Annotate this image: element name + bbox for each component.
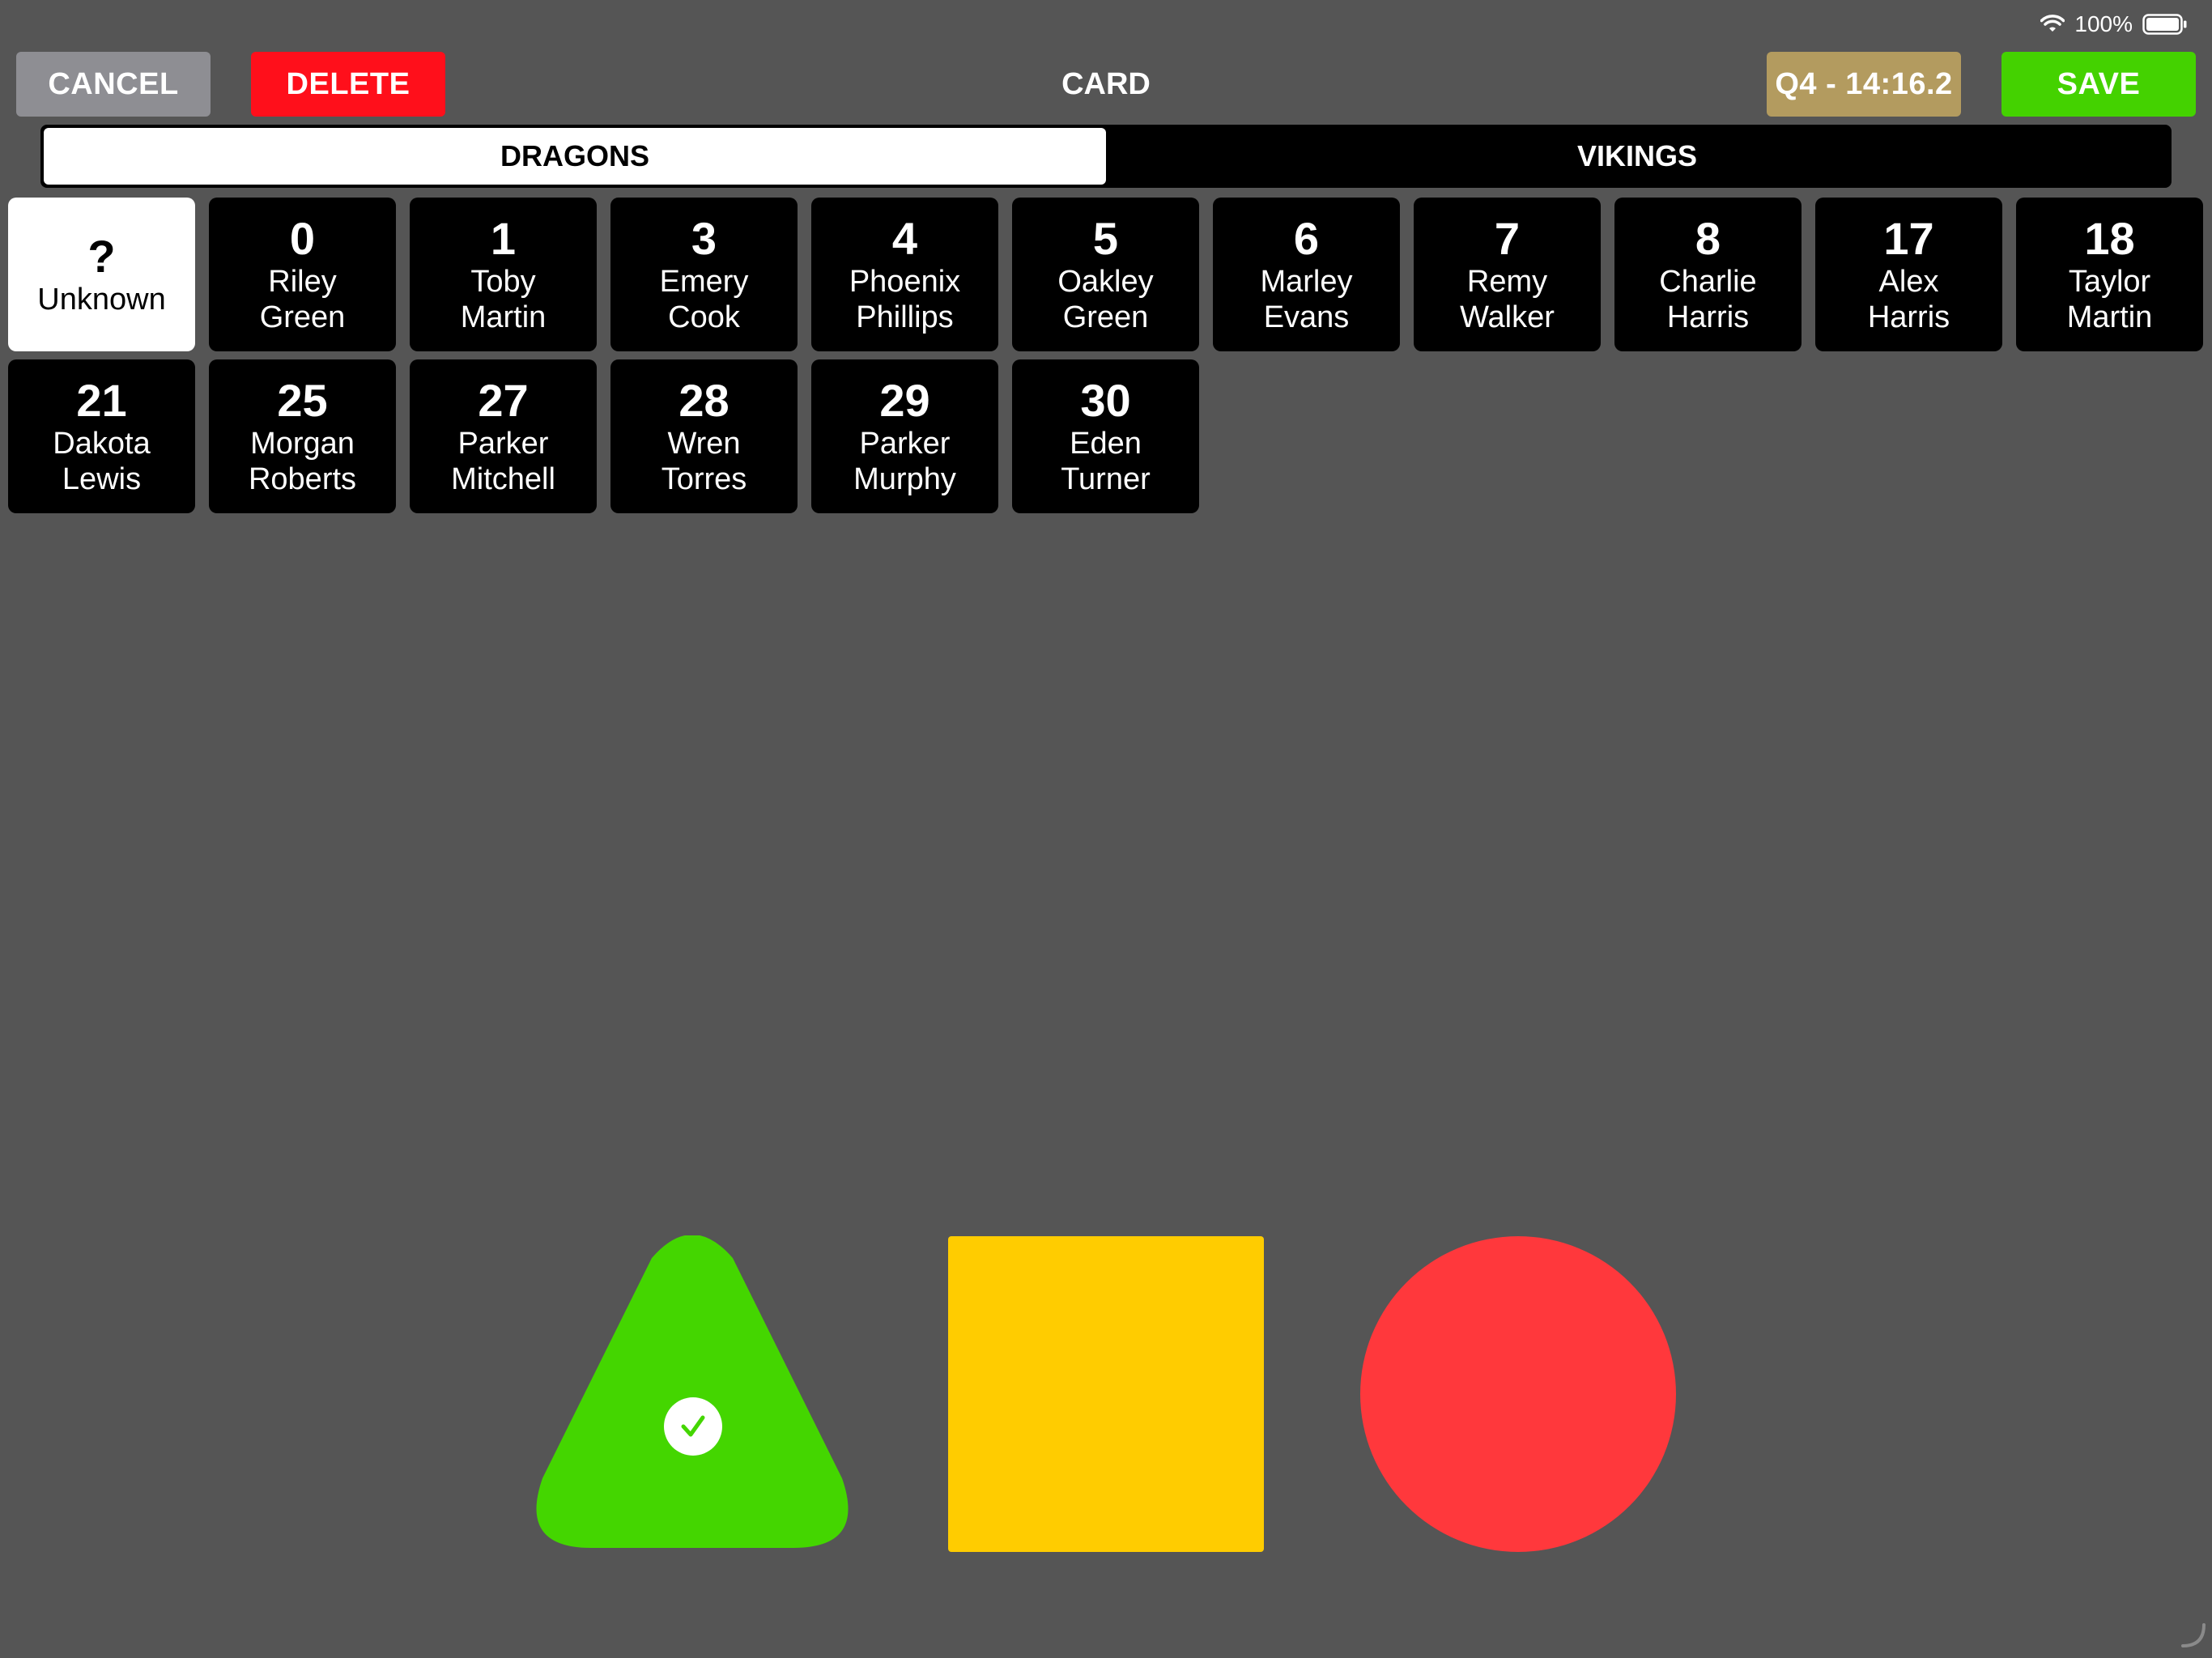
player-number: 18 [2084,213,2135,264]
player-number: 17 [1883,213,1934,264]
player-number: 0 [289,213,316,264]
player-last-name: Cook [668,300,740,334]
player-first-name: Toby [470,265,536,299]
player-last-name: Torres [661,462,747,496]
player-number: 28 [678,375,730,426]
player-first-name: Parker [859,427,951,461]
player-card[interactable]: 30 Eden Turner [1012,359,1199,513]
player-card[interactable]: 25 Morgan Roberts [209,359,396,513]
player-last-name: Murphy [853,462,956,496]
player-number: 5 [1092,213,1119,264]
player-last-name: Evans [1263,300,1350,334]
player-card[interactable]: 27 Parker Mitchell [410,359,597,513]
player-card[interactable]: 29 Parker Murphy [811,359,998,513]
player-first-name: Eden [1070,427,1142,461]
player-first-name: Marley [1260,265,1353,299]
save-button[interactable]: SAVE [2001,52,2196,117]
player-number: 1 [490,213,517,264]
player-number: 21 [76,375,127,426]
player-first-name: Charlie [1659,265,1757,299]
player-first-name: Dakota [53,427,151,461]
team-segmented-control: DRAGONS VIKINGS [40,125,2172,188]
player-number: 30 [1080,375,1131,426]
player-last-name: Harris [1666,300,1750,334]
red-circle-card[interactable] [1360,1236,1676,1552]
player-card[interactable]: 1 Toby Martin [410,198,597,351]
player-first-name: Taylor [2068,265,2151,299]
player-number: 3 [691,213,717,264]
player-card[interactable]: 17 Alex Harris [1815,198,2002,351]
player-card[interactable]: 4 Phoenix Phillips [811,198,998,351]
player-number: 8 [1695,213,1721,264]
game-clock-button[interactable]: Q4 - 14:16.2 [1767,52,1961,117]
player-number: 29 [879,375,930,426]
player-first-name: Morgan [250,427,355,461]
player-card[interactable]: 21 Dakota Lewis [8,359,195,513]
player-number: 7 [1494,213,1521,264]
player-first-name: Parker [457,427,549,461]
status-bar: 100% [2040,11,2188,37]
player-number: 6 [1293,213,1320,264]
player-first-name: Remy [1466,265,1548,299]
player-first-name: Emery [659,265,749,299]
player-last-name: Walker [1460,300,1555,334]
delete-button[interactable]: DELETE [251,52,445,117]
player-card[interactable]: 3 Emery Cook [610,198,798,351]
player-card[interactable]: 8 Charlie Harris [1614,198,1802,351]
player-card[interactable]: 0 Riley Green [209,198,396,351]
player-last-name: Mitchell [451,462,555,496]
player-last-name: Lewis [62,462,142,496]
player-last-name: Green [1062,300,1149,334]
player-first-name: Unknown [37,283,166,317]
player-first-name: Riley [268,265,337,299]
player-number: 4 [891,213,918,264]
player-number: ? [87,231,116,282]
green-triangle-card[interactable] [534,1235,850,1548]
wifi-icon [2040,15,2065,34]
team-tab-vikings[interactable]: VIKINGS [1106,128,2168,185]
battery-percentage: 100% [2074,11,2133,36]
player-first-name: Oakley [1057,265,1154,299]
player-number: 25 [277,375,328,426]
checkmark-icon [664,1397,722,1456]
player-last-name: Green [259,300,346,334]
player-card-unknown[interactable]: ? Unknown [8,198,195,351]
player-last-name: Martin [2066,300,2153,334]
player-grid: ? Unknown 0 Riley Green 1 Toby Martin 3 … [8,198,2204,513]
player-first-name: Alex [1878,265,1939,299]
player-last-name: Roberts [248,462,357,496]
player-card[interactable]: 18 Taylor Martin [2016,198,2203,351]
player-last-name: Turner [1061,462,1151,496]
team-tab-dragons[interactable]: DRAGONS [44,128,1106,185]
battery-icon [2142,14,2188,35]
yellow-square-card[interactable] [948,1236,1264,1552]
player-last-name: Harris [1867,300,1950,334]
cancel-button[interactable]: CANCEL [16,52,211,117]
player-last-name: Martin [460,300,547,334]
player-card[interactable]: 7 Remy Walker [1414,198,1601,351]
resize-handle-icon [2180,1622,2207,1653]
player-first-name: Wren [667,427,741,461]
player-first-name: Phoenix [849,265,961,299]
player-number: 27 [478,375,529,426]
player-card[interactable]: 6 Marley Evans [1213,198,1400,351]
player-last-name: Phillips [856,300,954,334]
player-card[interactable]: 28 Wren Torres [610,359,798,513]
player-card[interactable]: 5 Oakley Green [1012,198,1199,351]
